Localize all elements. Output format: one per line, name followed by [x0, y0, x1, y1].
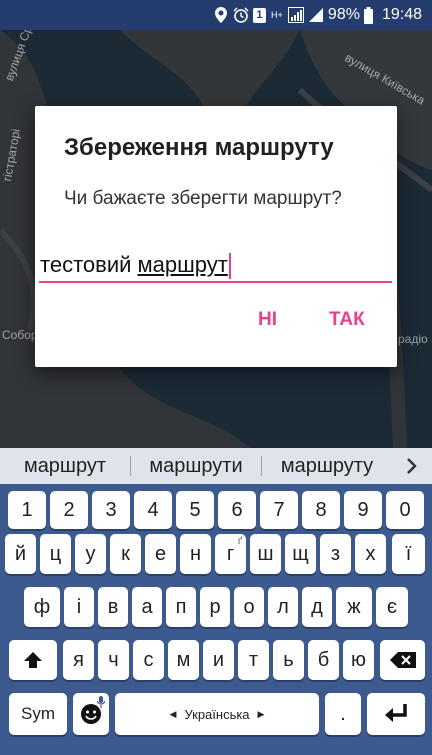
suggestion-item[interactable]: маршруту — [262, 448, 392, 484]
key[interactable]: 9 — [344, 491, 382, 529]
signal-icon — [308, 6, 324, 24]
input-text: тестовий — [40, 252, 138, 277]
key[interactable]: ш — [250, 534, 281, 574]
key[interactable]: 6 — [218, 491, 256, 529]
key[interactable]: ї — [392, 534, 425, 574]
alarm-icon — [233, 6, 249, 24]
route-name-input[interactable]: тестовий маршрут — [39, 251, 392, 283]
text-cursor — [228, 253, 231, 280]
key[interactable]: к — [110, 534, 141, 574]
soft-keyboard: 1 2 3 4 5 6 7 8 9 0 й ц у к е н ґ г ш щ … — [0, 484, 432, 755]
key[interactable]: е — [145, 534, 176, 574]
sym-key[interactable]: Sym — [9, 693, 67, 735]
sim-icon: 1 — [252, 7, 266, 23]
key[interactable]: п — [166, 587, 196, 627]
key[interactable]: л — [268, 587, 298, 627]
key[interactable]: й — [5, 534, 36, 574]
keyboard-row-letters-1: й ц у к е н ґ г ш щ з х ї — [0, 534, 432, 574]
key[interactable]: и — [203, 640, 234, 680]
battery-percent: 98% — [327, 6, 360, 23]
keyboard-row-bottom: Sym ◀ Українська ▶ . — [0, 693, 432, 735]
key[interactable]: в — [98, 587, 128, 627]
backspace-icon — [389, 652, 416, 668]
key[interactable]: с — [133, 640, 164, 680]
shift-key[interactable] — [9, 640, 57, 680]
key[interactable]: ю — [343, 640, 374, 680]
key[interactable]: з — [320, 534, 351, 574]
key[interactable]: ж — [336, 587, 372, 627]
key[interactable]: 5 — [176, 491, 214, 529]
key[interactable]: я — [63, 640, 94, 680]
map-street-label: радіо — [398, 332, 428, 346]
map-street-label: Собор — [2, 328, 38, 342]
key[interactable]: ь — [273, 640, 304, 680]
chevron-left-icon: ◀ — [169, 708, 177, 719]
yes-button[interactable]: ТАК — [329, 309, 365, 331]
battery-icon — [364, 6, 374, 24]
key[interactable]: д — [302, 587, 332, 627]
key[interactable]: т — [238, 640, 269, 680]
key[interactable]: 8 — [302, 491, 340, 529]
key[interactable]: ч — [98, 640, 129, 680]
key[interactable]: 4 — [134, 491, 172, 529]
key[interactable]: 2 — [50, 491, 88, 529]
status-bar: 1 H+ 98% 19:48 — [0, 0, 432, 30]
suggestion-strip: маршрут маршрути маршруту — [0, 448, 432, 484]
key[interactable]: 1 — [8, 491, 46, 529]
input-composing-text: маршрут — [137, 252, 228, 277]
key[interactable]: ц — [40, 534, 71, 574]
enter-icon — [385, 704, 407, 722]
key[interactable]: а — [132, 587, 162, 627]
signal-icon — [287, 6, 304, 24]
key-alt-char: ґ — [237, 536, 242, 547]
comma-key[interactable] — [73, 693, 109, 735]
shift-arrow-icon — [24, 652, 42, 668]
suggestion-item[interactable]: маршрути — [131, 448, 261, 484]
save-route-dialog: Збереження маршруту Чи бажаєте зберегти … — [35, 106, 397, 367]
key[interactable]: 0 — [386, 491, 424, 529]
chevron-right-icon[interactable] — [392, 448, 432, 484]
key[interactable]: р — [200, 587, 230, 627]
space-language-label: Українська — [184, 706, 250, 722]
key[interactable]: б — [308, 640, 339, 680]
keyboard-row-numbers: 1 2 3 4 5 6 7 8 9 0 — [0, 491, 432, 531]
key-label: г — [226, 542, 235, 565]
key[interactable]: у — [75, 534, 106, 574]
backspace-key[interactable] — [380, 640, 425, 680]
key[interactable]: о — [234, 587, 264, 627]
microphone-icon — [97, 696, 105, 708]
location-icon — [213, 6, 229, 24]
keyboard-row-letters-3: я ч с м и т ь б ю — [0, 640, 432, 680]
key[interactable]: 3 — [92, 491, 130, 529]
key[interactable]: є — [376, 587, 408, 627]
keyboard-row-letters-2: ф і в а п р о л д ж є — [0, 587, 432, 627]
key[interactable]: ґ г — [215, 534, 246, 574]
chevron-right-icon: ▶ — [257, 708, 265, 719]
no-button[interactable]: НІ — [258, 309, 277, 331]
clock: 19:48 — [381, 6, 422, 23]
network-type-icon: H+ — [271, 9, 283, 20]
key[interactable]: н — [180, 534, 211, 574]
key[interactable]: 7 — [260, 491, 298, 529]
dialog-message: Чи бажаєте зберегти маршрут? — [64, 188, 342, 209]
key[interactable]: м — [168, 640, 199, 680]
key[interactable]: щ — [285, 534, 316, 574]
period-key[interactable]: . — [325, 693, 361, 735]
dialog-title: Збереження маршруту — [64, 134, 334, 161]
key[interactable]: ф — [24, 587, 60, 627]
space-key[interactable]: ◀ Українська ▶ — [115, 693, 319, 735]
suggestion-item[interactable]: маршрут — [0, 448, 130, 484]
enter-key[interactable] — [367, 693, 425, 735]
key[interactable]: х — [355, 534, 386, 574]
key[interactable]: і — [64, 587, 94, 627]
